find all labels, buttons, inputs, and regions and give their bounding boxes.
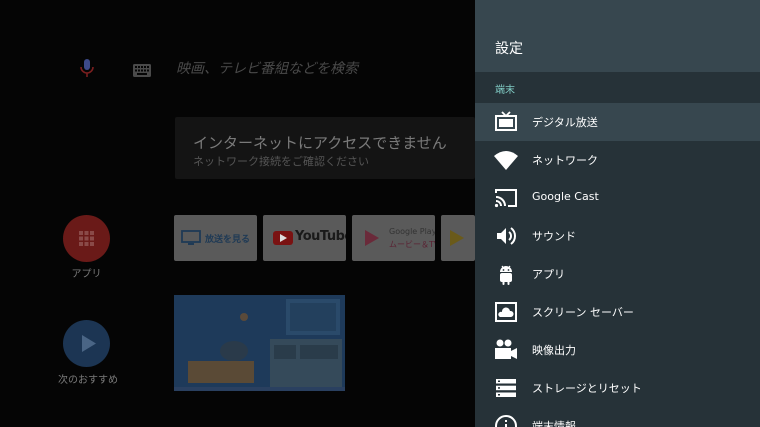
screensaver-icon [494, 300, 518, 324]
menu-item-label: アプリ [532, 268, 565, 281]
no-internet-notice: インターネットにアクセスできません ネットワーク接続をご確認ください [175, 117, 475, 179]
menu-item-device-info[interactable]: 端末情報 [475, 407, 760, 427]
menu-item-screensaver[interactable]: スクリーン セーバー [475, 293, 760, 331]
google-play-movies-tile[interactable]: Google Play ムービー＆TV [352, 215, 435, 261]
video-camera-icon [494, 338, 518, 362]
storage-icon [494, 376, 518, 400]
settings-title: 設定 [495, 41, 523, 57]
cast-icon [494, 186, 518, 210]
tv-icon [181, 230, 201, 245]
search-input[interactable]: 映画、テレビ番組などを検索 [176, 58, 358, 78]
section-label-device: 端末 [495, 85, 515, 96]
tv-icon [494, 110, 518, 134]
next-recommendations-label: 次のおすすめ [58, 375, 118, 386]
menu-item-label: 映像出力 [532, 344, 576, 357]
wifi-icon [494, 148, 518, 172]
notice-subtitle: ネットワーク接続をご確認ください [193, 155, 369, 168]
menu-item-label: ネットワーク [532, 154, 598, 167]
apps-button[interactable] [63, 215, 110, 262]
volume-icon [494, 224, 518, 248]
launcher-background: 映画、テレビ番組などを検索 インターネットにアクセスできません ネットワーク接続… [0, 0, 475, 427]
grid-icon [79, 231, 94, 246]
menu-item-video-output[interactable]: 映像出力 [475, 331, 760, 369]
menu-item-label: スクリーン セーバー [532, 306, 634, 319]
microphone-icon[interactable] [78, 58, 96, 78]
menu-item-network[interactable]: ネットワーク [475, 141, 760, 179]
app-tile-partial[interactable] [441, 215, 475, 261]
app-tile-icon [450, 230, 464, 246]
apps-label: アプリ [71, 269, 102, 280]
menu-item-label: サウンド [532, 230, 576, 243]
google-play-icon [365, 230, 379, 246]
menu-item-apps[interactable]: アプリ [475, 255, 760, 293]
broadcast-tile[interactable]: 放送を見る [174, 215, 257, 261]
menu-item-storage-reset[interactable]: ストレージとリセット [475, 369, 760, 407]
featured-content-card[interactable] [174, 295, 345, 391]
settings-panel: 設定 端末 デジタル放送 ネットワーク Google Cast サウンド アプリ… [475, 0, 760, 427]
next-recommendations-button[interactable] [63, 320, 110, 367]
google-play-label: Google Play [389, 227, 435, 236]
youtube-tile[interactable]: YouTube [263, 215, 346, 261]
menu-item-label: デジタル放送 [532, 116, 598, 129]
broadcast-label: 放送を見る [205, 235, 251, 245]
android-icon [494, 262, 518, 286]
menu-item-google-cast[interactable]: Google Cast [475, 179, 760, 217]
keyboard-icon[interactable] [133, 62, 151, 77]
living-room-illustration [174, 295, 345, 391]
settings-header: 設定 [475, 0, 760, 72]
movies-tv-label: ムービー＆TV [389, 240, 435, 249]
menu-item-digital-broadcast[interactable]: デジタル放送 [475, 103, 760, 141]
menu-item-label: 端末情報 [532, 420, 576, 427]
menu-item-label: ストレージとリセット [532, 382, 642, 395]
play-icon [82, 335, 96, 352]
info-icon [494, 414, 518, 427]
notice-title: インターネットにアクセスできません [193, 134, 447, 152]
youtube-label: YouTube [295, 229, 346, 244]
menu-item-sound[interactable]: サウンド [475, 217, 760, 255]
menu-item-label: Google Cast [532, 190, 599, 203]
youtube-play-icon [280, 234, 287, 242]
